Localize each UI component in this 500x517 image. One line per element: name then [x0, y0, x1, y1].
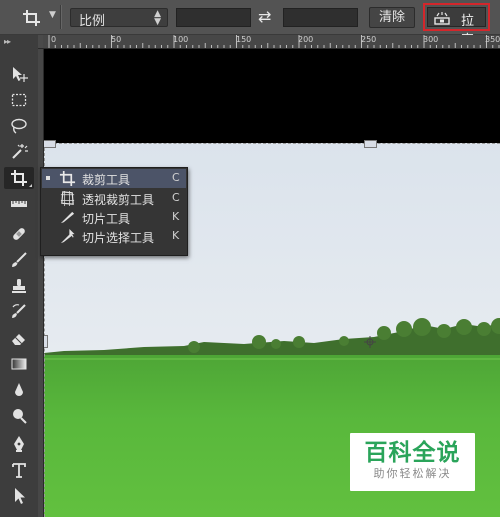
ruler-label-150: 150	[236, 35, 252, 44]
ruler-icon	[11, 201, 27, 207]
selected-bullet-icon	[46, 176, 50, 180]
brush-tool[interactable]	[4, 249, 34, 271]
flyout-item-label: 切片工具	[82, 212, 131, 226]
horizontal-ruler: 0 50 100 150 200 250 300 350	[43, 35, 500, 49]
tools-panel: ▸▸	[0, 35, 39, 517]
flyout-item-shortcut: C	[172, 171, 180, 184]
ruler-label-300: 300	[423, 35, 439, 44]
straighten-button[interactable]: 拉直	[427, 7, 486, 48]
tool-group-corner-icon	[29, 184, 32, 187]
lasso-tool[interactable]	[4, 115, 34, 137]
ruler-label-350: 350	[485, 35, 500, 44]
crop-handle-left[interactable]	[44, 335, 48, 348]
perspective-crop-icon	[59, 190, 76, 207]
straighten-button-highlight[interactable]: 拉直	[423, 3, 490, 48]
gradient-icon	[11, 358, 27, 370]
flyout-item-shortcut: K	[172, 229, 180, 242]
panel-collapse-icon[interactable]: ▸▸	[4, 37, 11, 46]
ratio-select-value: 比例	[79, 14, 106, 29]
flyout-item-label: 透视裁剪工具	[82, 193, 155, 207]
ruler-tool[interactable]	[4, 193, 34, 215]
options-bar: ▼ 比例 ▲▼ ⇄ 清除 拉直	[0, 0, 500, 48]
flyout-item-perspective-crop-tool[interactable]: 透视裁剪工具 C	[42, 189, 186, 208]
flyout-item-crop-tool[interactable]: 裁剪工具 C	[42, 169, 186, 188]
ruler-label-0: 0	[51, 35, 57, 44]
chevron-updown-icon: ▲ ▼	[154, 9, 161, 27]
ratio-select[interactable]: 比例 ▲ ▼	[70, 8, 168, 29]
history-brush-icon	[12, 304, 26, 318]
magic-wand-tool[interactable]	[4, 141, 34, 163]
arrow-select-icon	[15, 488, 25, 504]
flyout-item-slice-select-tool[interactable]: 切片选择工具 K	[42, 227, 186, 246]
brush-icon	[12, 252, 27, 267]
dodge-icon	[13, 409, 27, 424]
watermark-subtitle: 助你轻松解决	[373, 467, 452, 480]
crop-handle-top[interactable]	[364, 140, 377, 148]
gradient-tool[interactable]	[4, 353, 34, 375]
separator	[60, 5, 62, 29]
flyout-item-shortcut: C	[172, 191, 180, 204]
history-brush-tool[interactable]	[4, 301, 34, 323]
slice-select-icon	[59, 228, 76, 245]
flyout-item-label: 裁剪工具	[82, 173, 131, 187]
bandage-icon	[13, 228, 25, 240]
blur-drop-icon	[15, 383, 23, 396]
swap-arrows-icon[interactable]: ⇄	[258, 7, 271, 26]
crop-icon	[59, 170, 76, 187]
dodge-tool[interactable]	[4, 405, 34, 427]
flyout-item-slice-tool[interactable]: 切片工具 K	[42, 208, 186, 227]
move-icon	[13, 67, 28, 82]
path-selection-tool[interactable]	[4, 485, 34, 507]
crop-icon	[11, 170, 27, 186]
flyout-item-shortcut: K	[172, 210, 180, 223]
clear-button[interactable]: 清除	[369, 7, 415, 28]
pen-tool[interactable]	[4, 433, 34, 455]
healing-brush-tool[interactable]	[4, 223, 34, 245]
ruler-label-250: 250	[361, 35, 377, 44]
pen-icon	[14, 436, 24, 452]
level-icon	[433, 12, 451, 26]
flyout-item-label: 切片选择工具	[82, 231, 155, 245]
marquee-tool[interactable]	[4, 89, 34, 111]
stamp-icon	[12, 279, 26, 293]
eraser-tool[interactable]	[4, 327, 34, 349]
clone-stamp-tool[interactable]	[4, 275, 34, 297]
eraser-icon	[12, 334, 25, 345]
ruler-label-50: 50	[111, 35, 122, 44]
crop-tool-flyout: 裁剪工具 C 透视裁剪工具 C 切片工具 K 切片选择工具 K	[40, 167, 188, 256]
move-tool[interactable]	[4, 63, 34, 85]
height-field[interactable]	[283, 8, 358, 27]
rect-marquee-icon	[11, 93, 27, 107]
ruler-label-200: 200	[298, 35, 314, 44]
crop-icon[interactable]	[22, 9, 42, 27]
width-field[interactable]	[176, 8, 251, 27]
watermark-logo: 百科全说 助你轻松解决	[350, 433, 475, 491]
type-icon	[12, 463, 26, 478]
tool-preset-caret-icon[interactable]: ▼	[49, 10, 56, 20]
crop-handle-top-left[interactable]	[44, 140, 56, 148]
lasso-icon	[11, 118, 27, 134]
crop-tool[interactable]	[4, 167, 34, 189]
slice-icon	[59, 209, 76, 226]
watermark-title: 百科全说	[364, 440, 461, 466]
ruler-label-100: 100	[173, 35, 189, 44]
magic-wand-icon	[12, 144, 28, 159]
type-tool[interactable]	[4, 459, 34, 481]
blur-tool[interactable]	[4, 379, 34, 401]
